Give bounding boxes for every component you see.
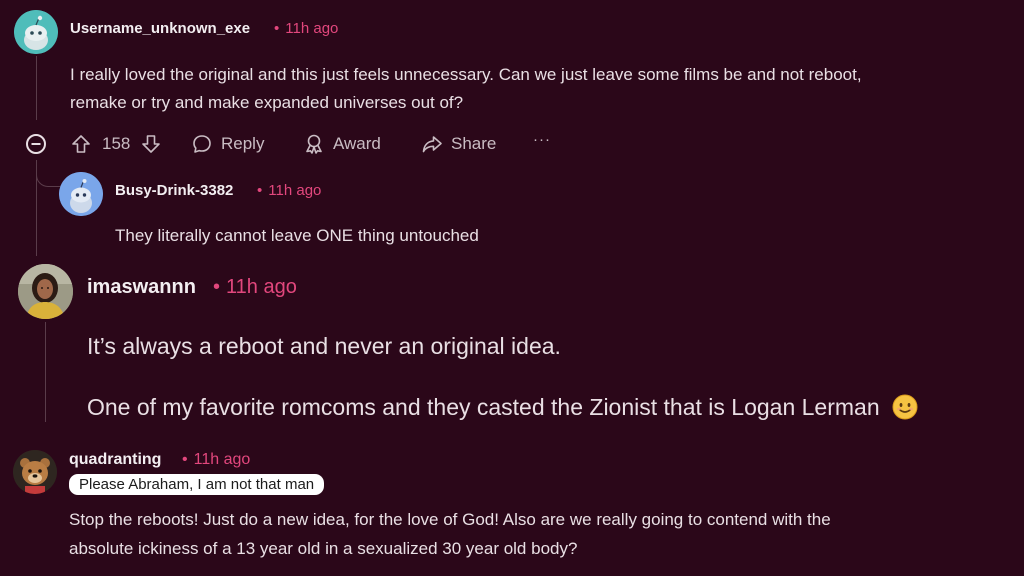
more-icon: ···: [533, 131, 551, 148]
award-label: Award: [333, 134, 381, 153]
timestamp[interactable]: • 11h ago: [182, 451, 250, 469]
speech-bubble-icon: [193, 135, 211, 153]
comment-body-line-1: It’s always a reboot and never an origin…: [87, 333, 561, 359]
more-options-button[interactable]: ···: [533, 131, 551, 148]
comment-body-line-2-text: One of my favorite romcoms and they cast…: [87, 394, 880, 420]
bear-avatar-icon: [13, 450, 57, 494]
comment-body-line-2: remake or try and make expanded universe…: [70, 93, 464, 112]
award-button[interactable]: Award: [303, 133, 381, 155]
vote-score: 158: [102, 134, 131, 153]
collapse-button[interactable]: [25, 133, 47, 155]
share-button[interactable]: Share: [421, 133, 496, 155]
upvote-button[interactable]: [70, 133, 92, 155]
minus-circle-icon: [26, 134, 46, 154]
timestamp-text: 11h ago: [193, 451, 251, 468]
avatar[interactable]: [59, 172, 103, 216]
timestamp-text: 11h ago: [268, 182, 322, 199]
comment-body-line-2: One of my favorite romcoms and they cast…: [87, 392, 918, 422]
award-icon: [306, 134, 322, 154]
username[interactable]: imaswannn: [87, 276, 196, 299]
snoo-avatar-icon: [14, 10, 58, 54]
snoo-avatar-icon: [59, 172, 103, 216]
avatar[interactable]: [13, 450, 57, 494]
timestamp[interactable]: • 11h ago: [274, 20, 338, 37]
comment-body-line-1: They literally cannot leave ONE thing un…: [115, 226, 479, 245]
arrow-up-icon: [72, 135, 90, 153]
arrow-down-icon: [142, 135, 161, 153]
separator-dot: •: [274, 20, 280, 37]
username[interactable]: quadranting: [69, 451, 161, 469]
thread-line-main[interactable]: [36, 56, 37, 120]
separator-dot: •: [182, 451, 188, 468]
vote-group: 158: [70, 133, 162, 155]
timestamp-text: 11h ago: [285, 20, 339, 37]
separator-dot: •: [257, 182, 263, 199]
thread-line-imaswannn[interactable]: [45, 322, 46, 422]
share-label: Share: [451, 134, 497, 153]
share-icon: [422, 136, 442, 153]
photo-avatar-icon: [18, 264, 73, 319]
timestamp[interactable]: • 11h ago: [213, 276, 297, 299]
username[interactable]: Username_unknown_exe: [70, 20, 250, 37]
user-flair: Please Abraham, I am not that man: [69, 474, 325, 495]
downvote-button[interactable]: [140, 133, 162, 155]
reply-label: Reply: [221, 134, 265, 153]
avatar[interactable]: [14, 10, 58, 54]
slightly-smiling-face-emoji-icon: [892, 394, 918, 420]
reply-button[interactable]: Reply: [191, 133, 264, 155]
reply-connector: [36, 166, 61, 187]
comment-body-line-1: I really loved the original and this jus…: [70, 65, 862, 84]
timestamp[interactable]: • 11h ago: [257, 182, 321, 199]
comment-body-line-1: Stop the reboots! Just do a new idea, fo…: [69, 510, 831, 529]
username[interactable]: Busy-Drink-3382: [115, 182, 233, 199]
separator-dot: •: [213, 276, 221, 298]
avatar[interactable]: [18, 264, 73, 319]
comment-body-line-2: absolute ickiness of a 13 year old in a …: [69, 539, 578, 558]
timestamp-text: 11h ago: [226, 276, 297, 298]
